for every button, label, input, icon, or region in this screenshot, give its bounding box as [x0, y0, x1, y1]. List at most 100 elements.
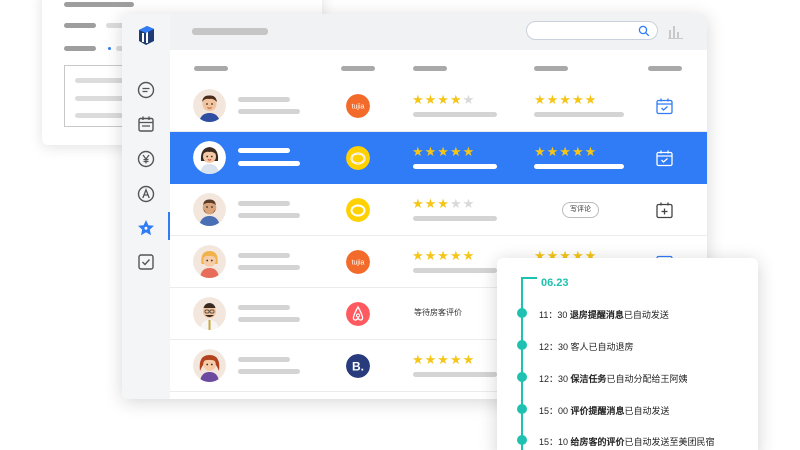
checkbox-icon[interactable]	[136, 252, 156, 272]
svg-text:tujia: tujia	[352, 104, 365, 111]
timeline-dot	[517, 404, 527, 414]
timeline-bold-text: 保洁任务	[570, 374, 607, 384]
write-review-button[interactable]: 写评论	[562, 202, 599, 218]
review-placeholder	[534, 164, 624, 169]
timeline-bold-text: 退房提醒消息	[569, 310, 624, 320]
rating-stars: ★★★★★	[534, 145, 598, 160]
table-row[interactable]: tujia ★★★★★ ★★★★★	[170, 80, 707, 132]
pending-review-status: 等待房客评价	[414, 308, 462, 317]
column-header	[341, 66, 375, 71]
guest-name-placeholder	[238, 305, 290, 310]
timeline-time: 12：30	[539, 374, 571, 384]
review-placeholder	[413, 372, 497, 377]
timeline-time: 12：30	[539, 342, 571, 352]
airbnb-logo	[346, 302, 370, 326]
star-icon[interactable]	[136, 218, 156, 238]
rating-stars: ★★★★★	[412, 353, 476, 368]
placeholder-bar	[64, 46, 96, 51]
timeline-text: 已自动发送	[623, 310, 669, 320]
guest-avatar	[193, 193, 226, 226]
rating-stars: ★★★★★	[412, 145, 476, 160]
search-icon	[638, 25, 650, 37]
timeline-text: 客人已自动退房	[570, 342, 634, 352]
guest-name-placeholder	[238, 253, 290, 258]
timeline-item: 12：30 客人已自动退房	[539, 340, 634, 353]
timeline-dot	[517, 372, 527, 382]
rating-stars: ★★★★★	[412, 249, 476, 264]
calendar-icon[interactable]	[136, 114, 156, 134]
radio-dot	[108, 47, 111, 50]
search-input[interactable]	[526, 21, 658, 40]
timeline-time: 15：10	[539, 437, 571, 447]
yen-icon[interactable]	[136, 149, 156, 169]
guest-avatar	[193, 245, 226, 278]
timeline-dot	[517, 435, 527, 445]
guest-avatar	[193, 141, 226, 174]
timeline-text: 已自动发送	[624, 406, 670, 416]
placeholder-bar	[75, 113, 123, 118]
rating-stars: ★★★★★	[534, 93, 598, 108]
column-header	[194, 66, 228, 71]
review-placeholder	[413, 112, 497, 117]
top-bar	[122, 14, 707, 50]
svg-text:B.: B.	[352, 360, 364, 374]
calendar-check-icon[interactable]	[655, 97, 674, 116]
timeline-bold-text: 给房客的评价	[570, 437, 625, 447]
timeline-date: 06.23	[541, 277, 569, 289]
bar-chart-icon[interactable]	[667, 22, 685, 40]
timeline-time: 15：00	[539, 406, 571, 416]
column-header	[534, 66, 568, 71]
a-circle-icon[interactable]	[136, 184, 156, 204]
guest-name-placeholder	[238, 201, 290, 206]
page-title-placeholder	[192, 28, 268, 35]
guest-info-placeholder	[238, 213, 300, 218]
tujia-logo: tujia	[346, 250, 370, 274]
booking-logo: B.	[346, 354, 370, 378]
calendar-check-icon[interactable]	[655, 149, 674, 168]
rating-stars: ★★★★★	[412, 93, 476, 108]
timeline-line	[521, 278, 523, 450]
timeline-bold-text: 评价提醒消息	[570, 406, 625, 416]
review-placeholder	[413, 216, 497, 221]
timeline-item: 12：30 保洁任务已自动分配给王阿姨	[539, 372, 688, 385]
timeline-connector	[521, 277, 537, 279]
meituan-logo	[346, 146, 370, 170]
guest-name-placeholder	[238, 357, 290, 362]
logo	[139, 26, 154, 45]
placeholder-bar	[64, 23, 96, 28]
review-placeholder	[413, 268, 497, 273]
guest-info-placeholder	[238, 369, 300, 374]
guest-info-placeholder	[238, 317, 300, 322]
guest-name-placeholder	[238, 148, 290, 153]
column-header	[413, 66, 447, 71]
timeline-text: 已自动分配给王阿姨	[606, 374, 688, 384]
timeline-dot	[517, 340, 527, 350]
rating-stars: ★★★★★	[412, 197, 476, 212]
chat-icon[interactable]	[136, 80, 156, 100]
guest-avatar	[193, 349, 226, 382]
calendar-plus-icon[interactable]	[655, 201, 674, 220]
timeline-time: 11：30	[539, 310, 570, 320]
table-row[interactable]: ★★★★★ 写评论	[170, 184, 707, 236]
svg-text:tujia: tujia	[352, 260, 365, 267]
tujia-logo: tujia	[346, 94, 370, 118]
timeline-item: 15：00 评价提醒消息已自动发送	[539, 404, 670, 417]
guest-info-placeholder	[238, 109, 300, 114]
table-row-selected[interactable]: ★★★★★ ★★★★★	[170, 132, 707, 184]
sidebar	[122, 14, 170, 399]
timeline-dot	[517, 308, 527, 318]
guest-info-placeholder	[238, 161, 300, 166]
column-header	[648, 66, 682, 71]
guest-name-placeholder	[238, 97, 290, 102]
timeline-item: 11：30 退房提醒消息已自动发送	[539, 308, 669, 321]
guest-info-placeholder	[238, 265, 300, 270]
review-placeholder	[534, 112, 624, 117]
timeline-item: 15：10 给房客的评价已自动发送至美团民宿	[539, 435, 715, 448]
automation-timeline-card: 06.23 11：30 退房提醒消息已自动发送 12：30 客人已自动退房 12…	[497, 258, 758, 450]
guest-avatar	[193, 89, 226, 122]
guest-avatar	[193, 297, 226, 330]
review-placeholder	[413, 164, 497, 169]
placeholder-bar	[64, 2, 134, 7]
meituan-logo	[346, 198, 370, 222]
timeline-text: 已自动发送至美团民宿	[624, 437, 715, 447]
